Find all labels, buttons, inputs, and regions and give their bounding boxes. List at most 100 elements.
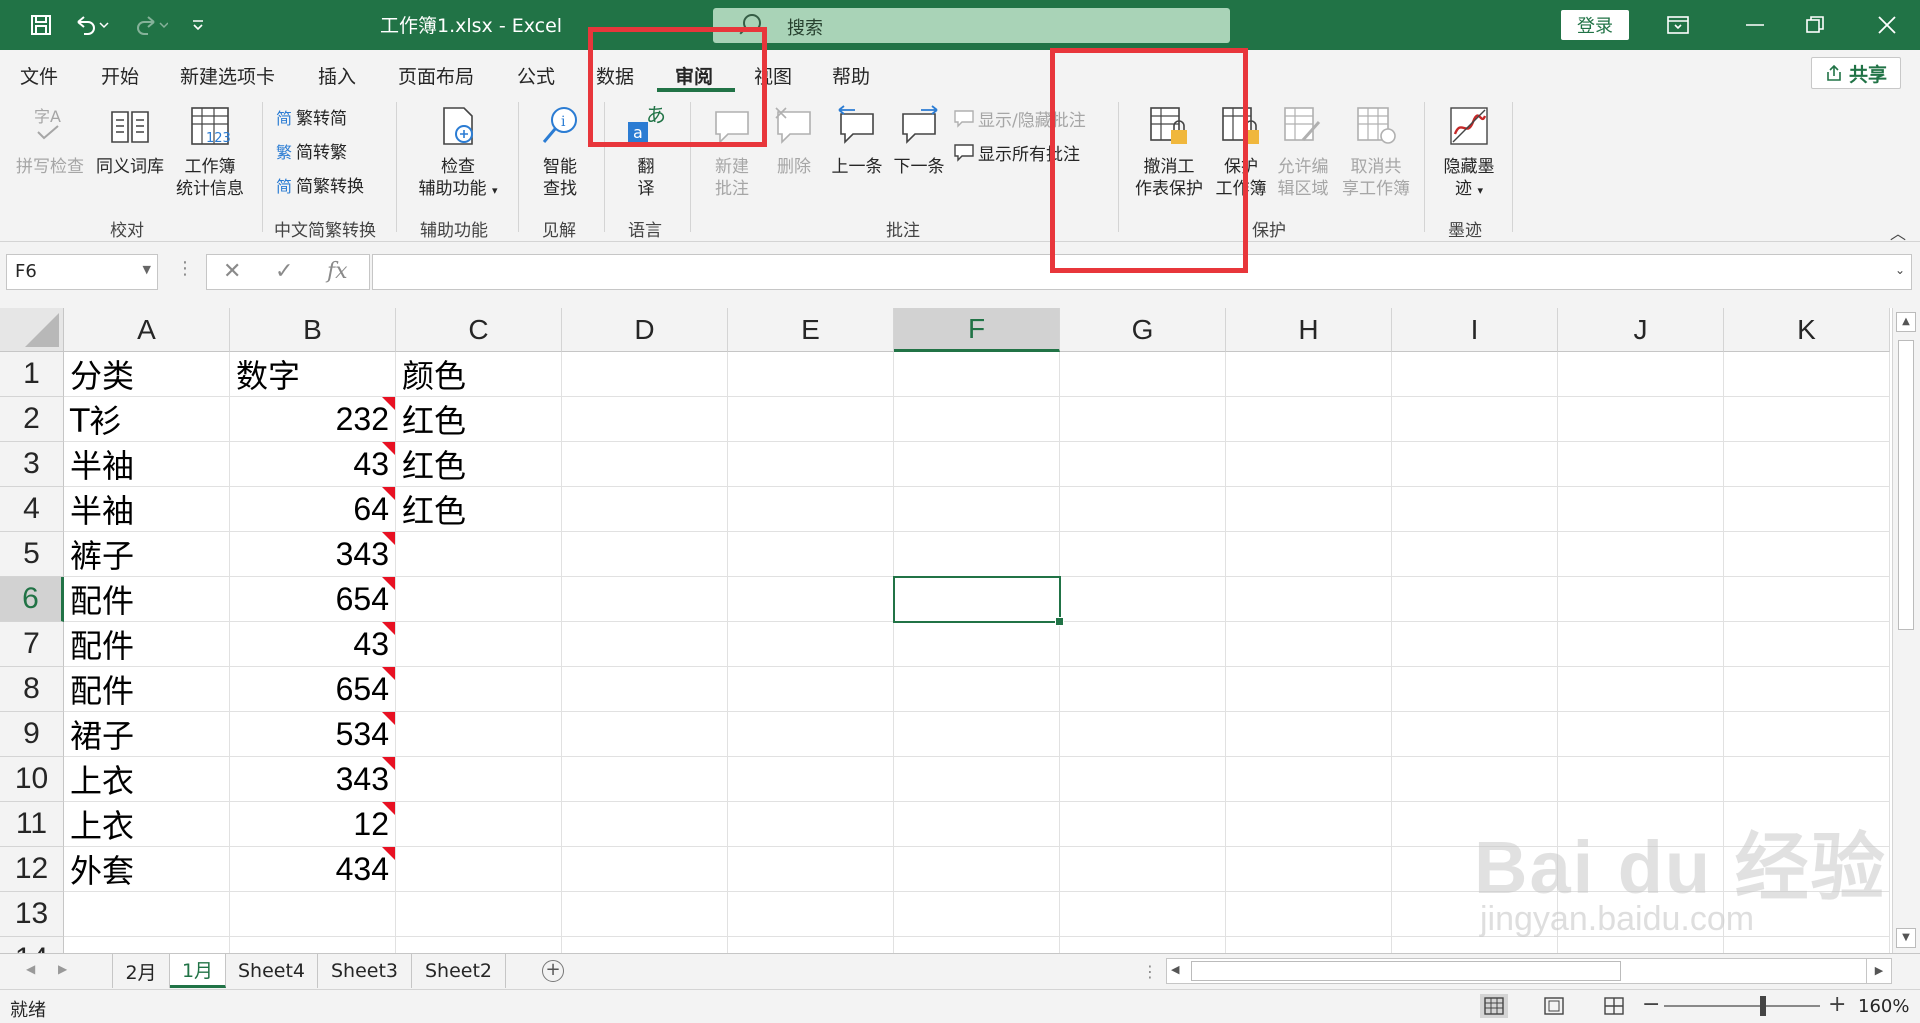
login-button[interactable]: 登录	[1561, 10, 1629, 40]
cell-c4[interactable]: 红色	[396, 487, 562, 532]
cell-k2[interactable]	[1724, 397, 1890, 442]
cell-g10[interactable]	[1060, 757, 1226, 802]
cell-a12[interactable]: 外套	[64, 847, 230, 892]
cell-b8[interactable]: 654	[230, 667, 396, 712]
cell-d4[interactable]	[562, 487, 728, 532]
comment-indicator-icon[interactable]	[382, 397, 395, 410]
cell-a4[interactable]: 半袖	[64, 487, 230, 532]
workbook-statistics-button[interactable]: 123 工作簿 统计信息	[170, 104, 250, 200]
tab-file[interactable]: 文件	[20, 62, 58, 89]
next-sheet-icon[interactable]: ▶	[58, 962, 67, 976]
cell-e4[interactable]	[728, 487, 894, 532]
cell-f12[interactable]	[894, 847, 1060, 892]
cell-g4[interactable]	[1060, 487, 1226, 532]
chevron-down-icon[interactable]: ▼	[143, 263, 151, 276]
cell-a6[interactable]: 配件	[64, 577, 230, 622]
cell-j8[interactable]	[1558, 667, 1724, 712]
cell-j7[interactable]	[1558, 622, 1724, 667]
scrollbar-thumb[interactable]	[1898, 340, 1914, 630]
cell-d8[interactable]	[562, 667, 728, 712]
cell-g8[interactable]	[1060, 667, 1226, 712]
column-header-g[interactable]: G	[1060, 308, 1226, 352]
comment-indicator-icon[interactable]	[382, 667, 395, 680]
cell-i4[interactable]	[1392, 487, 1558, 532]
cell-c10[interactable]	[396, 757, 562, 802]
row-header[interactable]: 11	[0, 802, 64, 847]
comment-indicator-icon[interactable]	[382, 532, 395, 545]
cell-e2[interactable]	[728, 397, 894, 442]
cell-c12[interactable]	[396, 847, 562, 892]
sheet-tab[interactable]: Sheet4	[226, 954, 318, 988]
insert-function-icon[interactable]: fx	[327, 259, 348, 284]
cell-b14[interactable]	[230, 937, 396, 953]
normal-view-icon[interactable]	[1480, 994, 1508, 1018]
zoom-out-icon[interactable]: −	[1642, 992, 1660, 1017]
column-header-k[interactable]: K	[1724, 308, 1890, 352]
cell-h7[interactable]	[1226, 622, 1392, 667]
cell-g11[interactable]	[1060, 802, 1226, 847]
cell-i7[interactable]	[1392, 622, 1558, 667]
sheet-tab[interactable]: Sheet3	[318, 954, 412, 988]
cell-k4[interactable]	[1724, 487, 1890, 532]
collapse-ribbon-icon[interactable]: ︿	[1890, 220, 1906, 244]
cell-i3[interactable]	[1392, 442, 1558, 487]
comment-indicator-icon[interactable]	[382, 442, 395, 455]
cell-f3[interactable]	[894, 442, 1060, 487]
cell-d12[interactable]	[562, 847, 728, 892]
cell-a2[interactable]: T衫	[64, 397, 230, 442]
cell-b7[interactable]: 43	[230, 622, 396, 667]
cell-h4[interactable]	[1226, 487, 1392, 532]
cell-f5[interactable]	[894, 532, 1060, 577]
comment-indicator-icon[interactable]	[382, 622, 395, 635]
cell-c1[interactable]: 颜色	[396, 352, 562, 397]
add-sheet-icon[interactable]: +	[542, 960, 564, 982]
cell-e13[interactable]	[728, 892, 894, 937]
drag-handle-icon[interactable]: ⋮	[176, 258, 194, 279]
row-header[interactable]: 10	[0, 757, 64, 802]
unshare-workbook-button[interactable]: 取消共 享工作簿	[1336, 104, 1416, 200]
row-header[interactable]: 9	[0, 712, 64, 757]
cell-b12[interactable]: 434	[230, 847, 396, 892]
cell-h8[interactable]	[1226, 667, 1392, 712]
cell-a1[interactable]: 分类	[64, 352, 230, 397]
cell-i10[interactable]	[1392, 757, 1558, 802]
zoom-level[interactable]: 160%	[1858, 996, 1909, 1017]
row-header[interactable]: 5	[0, 532, 64, 577]
vertical-scrollbar[interactable]: ▲ ▼	[1892, 308, 1920, 953]
check-accessibility-button[interactable]: 检查 辅助功能 ▾	[408, 104, 508, 202]
cell-b11[interactable]: 12	[230, 802, 396, 847]
cell-d5[interactable]	[562, 532, 728, 577]
customize-quick-access-icon[interactable]	[186, 10, 210, 40]
zoom-slider[interactable]	[1664, 1005, 1820, 1007]
cell-a10[interactable]: 上衣	[64, 757, 230, 802]
tab-new-tab[interactable]: 新建选项卡	[180, 62, 275, 89]
cell-e8[interactable]	[728, 667, 894, 712]
cell-b1[interactable]: 数字	[230, 352, 396, 397]
cell-e3[interactable]	[728, 442, 894, 487]
page-layout-view-icon[interactable]	[1540, 994, 1568, 1018]
cell-h13[interactable]	[1226, 892, 1392, 937]
select-all-button[interactable]	[0, 308, 64, 352]
cell-g3[interactable]	[1060, 442, 1226, 487]
row-header[interactable]: 3	[0, 442, 64, 487]
row-header[interactable]: 8	[0, 667, 64, 712]
cell-e1[interactable]	[728, 352, 894, 397]
undo-icon[interactable]	[70, 10, 114, 40]
cell-k9[interactable]	[1724, 712, 1890, 757]
cell-h5[interactable]	[1226, 532, 1392, 577]
cell-g2[interactable]	[1060, 397, 1226, 442]
cell-i14[interactable]	[1392, 937, 1558, 953]
cell-h6[interactable]	[1226, 577, 1392, 622]
cell-b5[interactable]: 343	[230, 532, 396, 577]
tab-page-layout[interactable]: 页面布局	[398, 62, 474, 89]
cell-d6[interactable]	[562, 577, 728, 622]
cell-d7[interactable]	[562, 622, 728, 667]
restore-icon[interactable]	[1800, 10, 1830, 40]
cell-e9[interactable]	[728, 712, 894, 757]
cell-i9[interactable]	[1392, 712, 1558, 757]
cell-d10[interactable]	[562, 757, 728, 802]
cell-k3[interactable]	[1724, 442, 1890, 487]
scroll-left-icon[interactable]: ◀	[1171, 963, 1179, 976]
cell-b4[interactable]: 64	[230, 487, 396, 532]
chinese-convert-button[interactable]: 简简繁转换	[276, 172, 364, 198]
